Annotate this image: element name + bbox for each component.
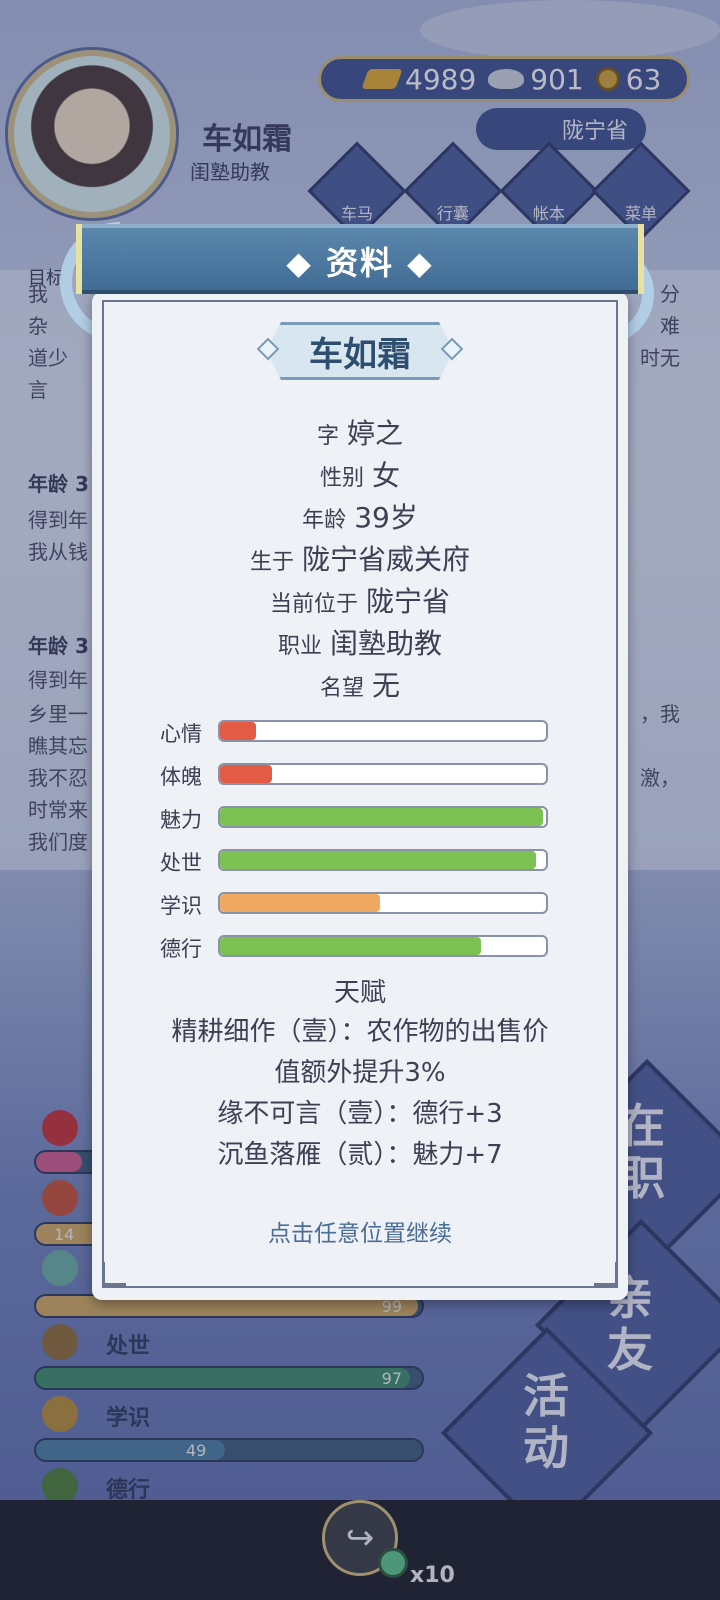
talent-entry: 缘不可言（壹）：德行+3 xyxy=(217,1099,503,1129)
continue-hint[interactable]: 点击任意位置继续 xyxy=(92,1214,628,1248)
attribute-mood: 心情 xyxy=(160,720,560,746)
attribute-level-fill xyxy=(220,894,380,912)
attribute-virtue: 德行 xyxy=(160,935,560,961)
corner-ornament xyxy=(594,1262,618,1286)
talent-entry: 沉鱼落雁（贰）：魅力+7 xyxy=(217,1140,503,1170)
dialog-title: ◆ 资料 ◆ xyxy=(286,244,434,282)
attribute-level-fill xyxy=(220,722,256,740)
info-gender: 性别女 xyxy=(319,459,401,492)
info-birthplace: 生于 陇宁省威关府 xyxy=(249,543,471,576)
info-reputation: 名望无 xyxy=(319,669,401,702)
attribute-charm: 魅力 xyxy=(160,806,560,832)
corner-ornament xyxy=(102,1262,126,1286)
info-courtesy-name: 字婷之 xyxy=(316,417,404,450)
profile-name-badge: 车如霜 xyxy=(266,322,454,380)
talent-entry: 值额外提升3% xyxy=(274,1058,446,1088)
attribute-level-fill xyxy=(220,808,543,826)
attribute-level-fill xyxy=(220,765,273,783)
attribute-level-fill xyxy=(220,937,481,955)
talent-heading: 天赋 xyxy=(333,978,386,1008)
dialog-title-bar: ◆ 资料 ◆ xyxy=(76,224,644,294)
info-occupation: 职业 闺塾助教 xyxy=(277,627,443,660)
talent-entry: 精耕细作（壹）：农作物的出售价 xyxy=(171,1017,549,1047)
attribute-social: 处世 xyxy=(160,849,560,875)
attribute-physique: 体魄 xyxy=(160,763,560,789)
attribute-level-fill xyxy=(220,851,537,869)
attribute-knowledge: 学识 xyxy=(160,892,560,918)
info-location: 当前位于 陇宁省 xyxy=(269,585,451,618)
info-age: 年龄 39岁 xyxy=(302,501,418,534)
